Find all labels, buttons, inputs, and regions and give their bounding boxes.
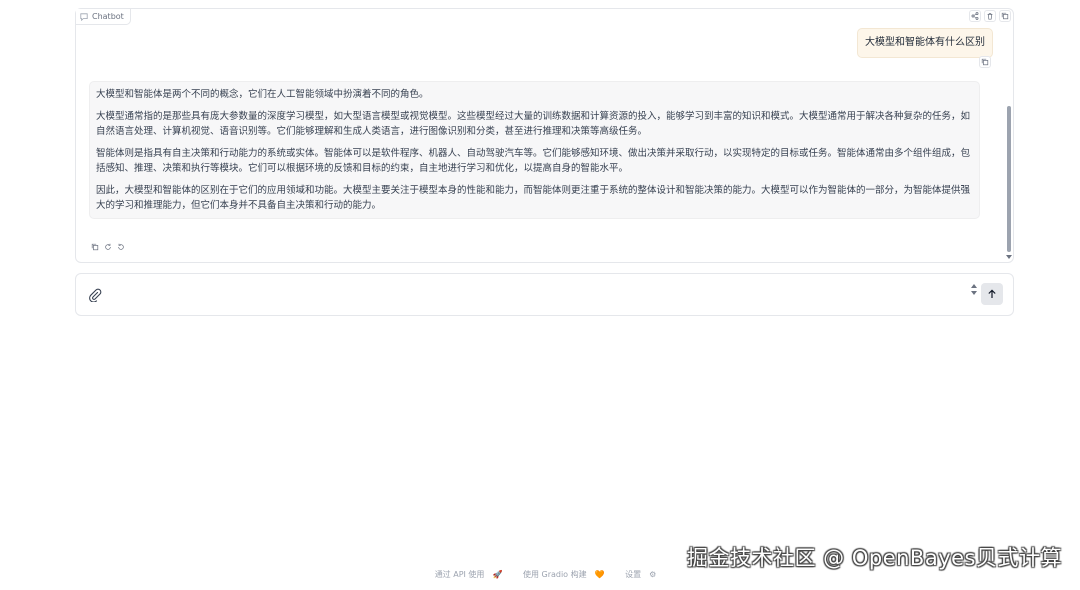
chat-bubble-icon — [80, 12, 88, 21]
bot-paragraph: 因此，大模型和智能体的区别在于它们的应用领域和功能。大模型主要关注于模型本身的性… — [96, 185, 971, 211]
copy-icon — [1001, 12, 1009, 20]
paperclip-icon[interactable] — [88, 288, 102, 302]
share-icon — [971, 12, 979, 20]
gear-icon: ⚙ — [649, 570, 657, 579]
scroll-down-arrow[interactable] — [1006, 255, 1012, 259]
footer-gradio-link[interactable]: 使用 Gradio 构建 🧡 — [517, 570, 605, 579]
footer-api-link[interactable]: 通过 API 使用 🚀 — [429, 570, 503, 579]
bot-paragraph: 智能体则是指具有自主决策和行动能力的系统或实体。智能体可以是软件程序、机器人、自… — [96, 148, 971, 174]
bot-message: 大模型和智能体是两个不同的概念，它们在人工智能领域中扮演着不同的角色。 大模型通… — [89, 81, 980, 219]
watermark: 掘金技术社区 @ OpenBayes贝式计算 — [686, 546, 1062, 570]
user-message: 大模型和智能体有什么区别 — [857, 28, 993, 58]
chatbot-panel: Chatbot 大模型和智能体有什么区别 大模型和智能体是两个不同的概念，它们在… — [75, 8, 1014, 263]
user-message-copy-button[interactable] — [979, 56, 991, 68]
chevron-down-icon[interactable] — [971, 291, 977, 295]
chatbot-label: Chatbot — [76, 9, 131, 25]
copy-icon — [91, 243, 98, 250]
input-resize-stepper[interactable] — [971, 284, 977, 295]
chevron-up-icon[interactable] — [971, 284, 977, 288]
footer-settings-text: 设置 — [625, 570, 642, 579]
footer-gradio-text: 使用 Gradio 构建 — [522, 570, 587, 579]
undo-icon — [117, 243, 124, 250]
copy-icon — [981, 58, 989, 66]
footer-settings-link[interactable]: 设置 ⚙ — [619, 570, 656, 579]
arrow-up-icon — [988, 289, 996, 298]
scrollbar-thumb[interactable] — [1007, 106, 1011, 252]
bot-copy-button[interactable] — [89, 241, 100, 252]
bot-message-actions — [89, 241, 126, 252]
chatbot-toolbar — [969, 10, 1011, 22]
share-button[interactable] — [969, 10, 981, 22]
rocket-icon: 🚀 — [492, 570, 503, 579]
bot-paragraph: 大模型和智能体是两个不同的概念，它们在人工智能领域中扮演着不同的角色。 — [96, 89, 429, 100]
send-button[interactable] — [981, 283, 1003, 305]
footer-api-text: 通过 API 使用 — [434, 570, 485, 579]
gradio-logo-icon: 🧡 — [594, 570, 605, 579]
refresh-icon — [104, 243, 111, 250]
bot-paragraph: 大模型通常指的是那些具有庞大参数量的深度学习模型，如大型语言模型或视觉模型。这些… — [96, 111, 971, 137]
message-input-panel — [75, 273, 1014, 316]
undo-button[interactable] — [115, 241, 126, 252]
chatbot-label-text: Chatbot — [92, 12, 124, 21]
trash-icon — [987, 13, 993, 20]
message-input[interactable] — [112, 284, 956, 306]
retry-button[interactable] — [102, 241, 113, 252]
clear-button[interactable] — [984, 10, 996, 22]
copy-all-button[interactable] — [999, 10, 1011, 22]
